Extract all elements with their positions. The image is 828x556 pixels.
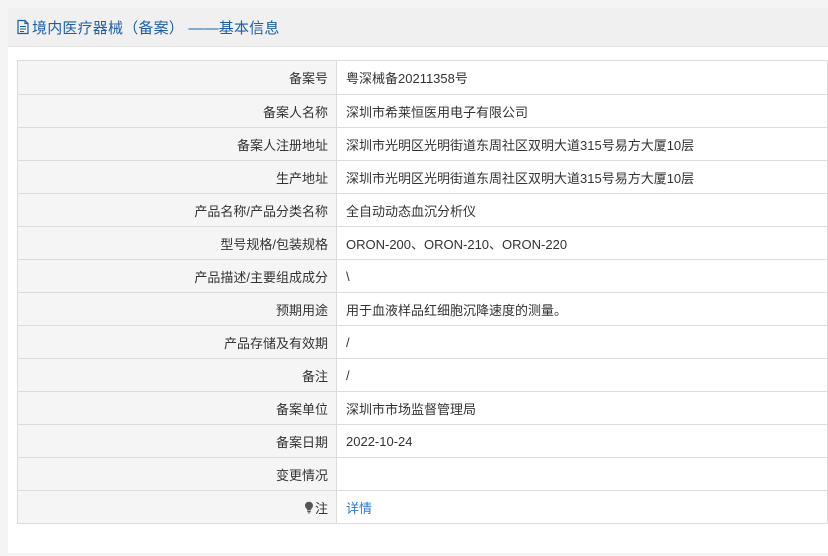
row-value-change-status bbox=[336, 457, 828, 491]
row-value-remarks: / bbox=[336, 358, 828, 392]
row-value-filing-number: 粤深械备20211358号 bbox=[336, 60, 828, 95]
table-row: 型号规格/包装规格 ORON-200、ORON-210、ORON-220 bbox=[17, 226, 828, 260]
row-value-note: 详情 bbox=[336, 490, 828, 524]
row-label-remarks: 备注 bbox=[17, 358, 337, 392]
row-label-product-name: 产品名称/产品分类名称 bbox=[17, 193, 337, 227]
row-value-filing-date: 2022-10-24 bbox=[336, 424, 828, 458]
table-row: 备案单位 深圳市市场监督管理局 bbox=[17, 391, 828, 425]
row-label-registered-address: 备案人注册地址 bbox=[17, 127, 337, 161]
row-label-filing-date: 备案日期 bbox=[17, 424, 337, 458]
table-row: 备案号 粤深械备20211358号 bbox=[17, 60, 828, 95]
row-value-production-address: 深圳市光明区光明街道东周社区双明大道315号易方大厦10层 bbox=[336, 160, 828, 194]
table-row: 产品存储及有效期 / bbox=[17, 325, 828, 359]
page: 境内医疗器械（备案） ——基本信息 备案号 粤深械备20211358号 备案人名… bbox=[0, 0, 828, 556]
table-row: 备案日期 2022-10-24 bbox=[17, 424, 828, 458]
row-value-registered-address: 深圳市光明区光明街道东周社区双明大道315号易方大厦10层 bbox=[336, 127, 828, 161]
table-row: 变更情况 bbox=[17, 457, 828, 491]
row-value-product-name: 全自动动态血沉分析仪 bbox=[336, 193, 828, 227]
details-link[interactable]: 详情 bbox=[346, 501, 372, 516]
table-row: 产品描述/主要组成成分 \ bbox=[17, 259, 828, 293]
row-label-filing-authority: 备案单位 bbox=[17, 391, 337, 425]
note-label: 注 bbox=[304, 498, 328, 517]
row-value-storage-validity: / bbox=[336, 325, 828, 359]
row-label-note: 注 bbox=[17, 490, 337, 524]
row-value-filing-authority: 深圳市市场监督管理局 bbox=[336, 391, 828, 425]
row-label-filing-number: 备案号 bbox=[17, 60, 337, 95]
row-label-model-spec: 型号规格/包装规格 bbox=[17, 226, 337, 260]
table-row: 备注 / bbox=[17, 358, 828, 392]
row-value-product-description: \ bbox=[336, 259, 828, 293]
row-value-filer-name: 深圳市希莱恒医用电子有限公司 bbox=[336, 94, 828, 128]
table-row: 注 详情 bbox=[17, 490, 828, 524]
row-label-storage-validity: 产品存储及有效期 bbox=[17, 325, 337, 359]
page-title: 境内医疗器械（备案） ——基本信息 bbox=[32, 19, 280, 37]
row-value-intended-use: 用于血液样品红细胞沉降速度的测量。 bbox=[336, 292, 828, 326]
info-panel: 备案号 粤深械备20211358号 备案人名称 深圳市希莱恒医用电子有限公司 备… bbox=[8, 47, 828, 553]
section-header: 境内医疗器械（备案） ——基本信息 bbox=[8, 8, 828, 47]
table-row: 预期用途 用于血液样品红细胞沉降速度的测量。 bbox=[17, 292, 828, 326]
row-label-product-description: 产品描述/主要组成成分 bbox=[17, 259, 337, 293]
table-row: 备案人名称 深圳市希莱恒医用电子有限公司 bbox=[17, 94, 828, 128]
note-label-text: 注 bbox=[314, 500, 328, 516]
table-row: 生产地址 深圳市光明区光明街道东周社区双明大道315号易方大厦10层 bbox=[17, 160, 828, 194]
row-value-model-spec: ORON-200、ORON-210、ORON-220 bbox=[336, 226, 828, 260]
row-label-production-address: 生产地址 bbox=[17, 160, 337, 194]
basic-info-table: 备案号 粤深械备20211358号 备案人名称 深圳市希莱恒医用电子有限公司 备… bbox=[17, 60, 828, 524]
row-label-intended-use: 预期用途 bbox=[17, 292, 337, 326]
lightbulb-icon bbox=[304, 501, 314, 514]
table-row: 备案人注册地址 深圳市光明区光明街道东周社区双明大道315号易方大厦10层 bbox=[17, 127, 828, 161]
table-row: 产品名称/产品分类名称 全自动动态血沉分析仪 bbox=[17, 193, 828, 227]
document-icon bbox=[16, 19, 30, 35]
row-label-filer-name: 备案人名称 bbox=[17, 94, 337, 128]
row-label-change-status: 变更情况 bbox=[17, 457, 337, 491]
